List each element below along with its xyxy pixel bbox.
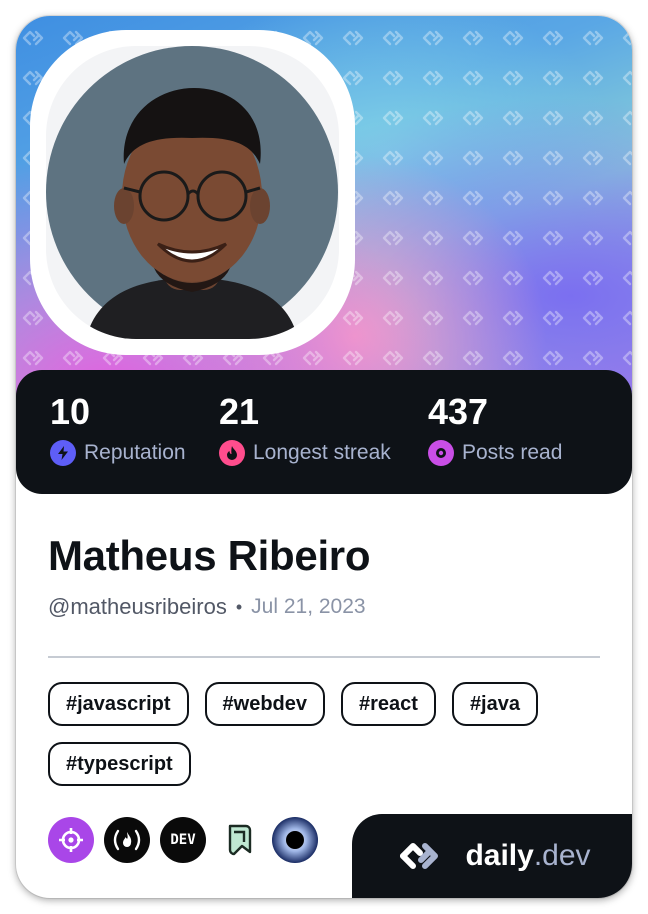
divider	[48, 656, 600, 658]
brand-suffix: .dev	[533, 839, 591, 872]
target-icon[interactable]	[48, 817, 94, 863]
profile-meta: @matheusribeiros • Jul 21, 2023	[48, 594, 366, 620]
stat-label: Posts read	[462, 441, 563, 464]
joined-date: Jul 21, 2023	[251, 595, 366, 618]
dev-icon[interactable]: DEV	[160, 817, 206, 863]
stat-posts-read: 437 Posts read	[428, 392, 562, 466]
stat-value: 21	[219, 391, 260, 432]
stat-value: 437	[428, 391, 489, 432]
stat-longest-streak: 21 Longest streak	[219, 392, 391, 466]
tag-chip[interactable]: #typescript	[48, 742, 191, 786]
stat-label: Longest streak	[253, 441, 391, 464]
hashnode-icon[interactable]	[216, 817, 262, 863]
avatar[interactable]	[46, 46, 339, 339]
flame-icon	[219, 440, 245, 466]
lightning-icon	[50, 440, 76, 466]
fcc-icon[interactable]	[104, 817, 150, 863]
stat-reputation: 10 Reputation	[50, 392, 186, 466]
stat-value: 10	[50, 391, 91, 432]
stats-bar: 10 Reputation 21 Longest streak 437 Post…	[16, 370, 632, 494]
avatar-frame	[30, 30, 355, 355]
profile-banner	[16, 16, 632, 416]
source-icons: DEV	[48, 817, 318, 863]
tag-list: #javascript #webdev #react #java #typesc…	[48, 682, 608, 786]
daily-dev-logo[interactable]: daily .dev	[352, 814, 632, 898]
eclipse-icon[interactable]	[272, 817, 318, 863]
stat-label: Reputation	[84, 441, 186, 464]
brand-name: daily	[465, 839, 534, 872]
tag-chip[interactable]: #java	[451, 682, 538, 726]
eye-icon	[428, 440, 454, 466]
profile-handle[interactable]: @matheusribeiros	[48, 594, 227, 620]
profile-name: Matheus Ribeiro	[48, 532, 371, 579]
daily-dev-icon	[400, 843, 439, 869]
tag-chip[interactable]: #react	[341, 682, 436, 726]
profile-card: 10 Reputation 21 Longest streak 437 Post…	[16, 16, 632, 898]
tag-chip[interactable]: #webdev	[204, 682, 325, 726]
separator-dot: •	[235, 596, 243, 617]
tag-chip[interactable]: #javascript	[48, 682, 189, 726]
